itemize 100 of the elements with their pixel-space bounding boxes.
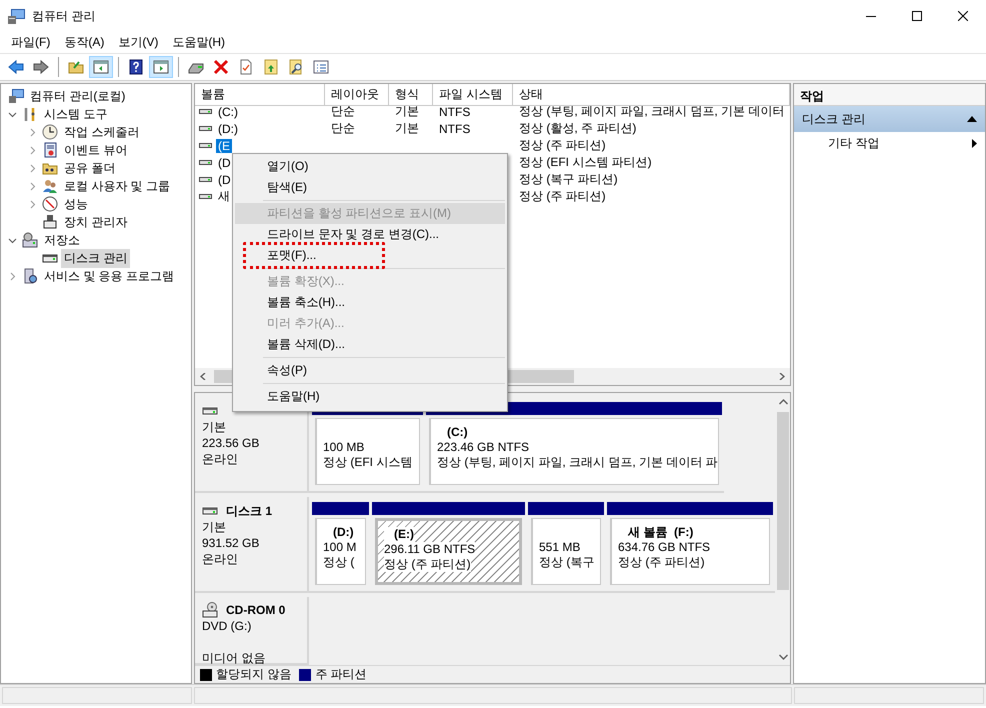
table-cell[interactable]: (C:) bbox=[216, 104, 240, 118]
partition-name: 새 볼륨 (F:) bbox=[626, 525, 694, 540]
chevron-right-icon[interactable] bbox=[28, 128, 36, 136]
storage-icon bbox=[22, 232, 38, 248]
drive-icon bbox=[199, 193, 212, 200]
drive-icon bbox=[199, 176, 212, 183]
tree-item[interactable]: 디스크 관리 bbox=[61, 248, 130, 268]
menu-item[interactable]: 드라이브 문자 및 경로 변경(C)... bbox=[235, 224, 505, 245]
menu-item[interactable]: 도움말(H) bbox=[165, 32, 232, 53]
partition-block[interactable]: 100 MB 정상 (EFI 시스템 bbox=[315, 418, 420, 485]
table-cell[interactable]: (D:) bbox=[216, 122, 240, 136]
drive-icon bbox=[199, 159, 212, 166]
partition-size: 634.76 GB NTFS bbox=[618, 540, 710, 555]
tree-item[interactable]: 컴퓨터 관리(로컬) bbox=[27, 86, 128, 106]
partition-status: 정상 ( bbox=[323, 555, 354, 570]
chevron-right-icon[interactable] bbox=[28, 164, 36, 172]
tree-item[interactable]: 저장소 bbox=[41, 230, 83, 250]
chevron-down-icon[interactable] bbox=[8, 236, 16, 244]
toolbar-button[interactable] bbox=[89, 56, 113, 78]
tree-item[interactable]: 장치 관리자 bbox=[61, 212, 130, 232]
tree-item[interactable]: 공유 폴더 bbox=[61, 158, 118, 178]
partition-block[interactable]: (D:) 100 M 정상 ( bbox=[315, 518, 366, 585]
table-cell[interactable]: (D bbox=[216, 156, 233, 170]
submenu-arrow-icon bbox=[972, 138, 977, 148]
menu-item[interactable]: 도움말(H) bbox=[235, 386, 505, 407]
scroll-up-icon[interactable] bbox=[779, 398, 788, 404]
partition-status: 정상 (복구 bbox=[539, 555, 594, 570]
checklist-document-icon bbox=[238, 59, 254, 75]
folder-search-icon bbox=[288, 59, 304, 75]
partition-size: 551 MB bbox=[539, 540, 580, 555]
disk-status: 미디어 없음 bbox=[202, 650, 266, 665]
window-title: 컴퓨터 관리 bbox=[32, 8, 96, 24]
menu-item[interactable]: 보기(V) bbox=[111, 32, 166, 53]
partition-name: (E:) bbox=[384, 527, 414, 542]
menu-item[interactable]: 볼륨 축소(H)... bbox=[235, 292, 505, 313]
partition-status: 정상 (주 파티션) bbox=[384, 557, 471, 572]
scroll-right-icon[interactable] bbox=[778, 373, 785, 380]
panel-icon bbox=[153, 59, 169, 75]
chevron-right-icon[interactable] bbox=[28, 146, 36, 154]
partition-status: 정상 (주 파티션) bbox=[618, 555, 705, 570]
tree-item[interactable]: 서비스 및 응용 프로그램 bbox=[41, 266, 178, 286]
chevron-down-icon[interactable] bbox=[8, 110, 16, 118]
tree-item[interactable]: 이벤트 뷰어 bbox=[61, 140, 130, 160]
disk-title: CD-ROM 0 bbox=[226, 602, 286, 618]
partition-name: (C:) bbox=[446, 425, 468, 440]
partition-block[interactable]: 551 MB 정상 (복구 bbox=[531, 518, 601, 585]
drive-icon bbox=[199, 108, 212, 115]
scrollbar-thumb[interactable] bbox=[777, 412, 789, 590]
maximize-icon bbox=[912, 11, 922, 21]
tree-item[interactable]: 로컬 사용자 및 그룹 bbox=[61, 176, 174, 196]
table-cell-text: 기본 bbox=[394, 103, 420, 120]
table-cell-text: 정상 (주 파티션) bbox=[518, 137, 607, 154]
partition-block[interactable]: 새 볼륨 (F:) 634.76 GB NTFS 정상 (주 파티션) bbox=[610, 518, 770, 585]
table-cell-text: NTFS bbox=[438, 122, 472, 136]
gauge-icon bbox=[42, 196, 58, 212]
disk-type: 기본 bbox=[202, 419, 227, 435]
tree-item[interactable]: 작업 스케줄러 bbox=[61, 122, 142, 142]
disk-title: 디스크 1 bbox=[226, 502, 272, 518]
partition-block[interactable]: (C:) 223.46 GB NTFS 정상 (부팅, 페이지 파일, 크래시 덤프, 기본 데이터 파 bbox=[429, 418, 719, 485]
menu-item[interactable]: 동작(A) bbox=[57, 32, 112, 53]
disk-size: 931.52 GB bbox=[202, 535, 260, 551]
disk-type: 기본 bbox=[202, 519, 227, 535]
chevron-right-icon[interactable] bbox=[28, 182, 36, 190]
menu-item[interactable]: 볼륨 삭제(D)... bbox=[235, 334, 505, 355]
scroll-left-icon[interactable] bbox=[200, 373, 207, 380]
cd-drive-icon bbox=[202, 602, 218, 618]
drive-icon bbox=[199, 142, 212, 149]
action-section[interactable]: 디스크 관리 bbox=[794, 106, 985, 132]
menu-item[interactable]: 파일(F) bbox=[4, 32, 58, 53]
delete-icon bbox=[213, 59, 229, 75]
column-header[interactable]: 레이아웃 bbox=[325, 84, 389, 106]
panel-icon bbox=[93, 59, 109, 75]
menu-item[interactable]: 열기(O) bbox=[235, 156, 505, 177]
column-header[interactable]: 파일 시스템 bbox=[433, 84, 513, 106]
column-header[interactable]: 상태 bbox=[513, 84, 790, 106]
table-cell[interactable]: (D bbox=[216, 172, 233, 186]
table-cell-text: 정상 (EFI 시스템 파티션) bbox=[518, 154, 653, 171]
column-header[interactable]: 형식 bbox=[389, 84, 433, 106]
actions-header: 작업 bbox=[794, 84, 985, 106]
partition-status: 정상 (EFI 시스템 bbox=[323, 455, 412, 470]
computer-icon bbox=[8, 88, 24, 104]
legend-label: 할당되지 않음 bbox=[216, 666, 292, 683]
action-item[interactable]: 기타 작업 bbox=[794, 132, 985, 154]
collapse-icon[interactable] bbox=[967, 116, 977, 122]
toolbar-button[interactable] bbox=[149, 56, 173, 78]
partition-block[interactable]: (E:) 296.11 GB NTFS 정상 (주 파티션) bbox=[375, 518, 522, 585]
partition-size: 100 M bbox=[323, 540, 356, 555]
tree-item[interactable]: 성능 bbox=[61, 194, 91, 214]
table-cell-text: NTFS bbox=[438, 104, 472, 118]
table-cell[interactable]: 새 bbox=[216, 188, 232, 205]
menu-item[interactable]: 속성(P) bbox=[235, 360, 505, 381]
chevron-right-icon[interactable] bbox=[28, 200, 36, 208]
scroll-down-icon[interactable] bbox=[779, 654, 788, 660]
chevron-right-icon[interactable] bbox=[8, 272, 16, 280]
column-header[interactable]: 볼륨 bbox=[195, 84, 325, 106]
menu-item[interactable]: 탐색(E) bbox=[235, 177, 505, 198]
partition-size: 296.11 GB NTFS bbox=[384, 542, 476, 557]
help-icon bbox=[128, 59, 144, 75]
table-cell[interactable]: (E bbox=[216, 138, 232, 152]
tree-item[interactable]: 시스템 도구 bbox=[41, 104, 110, 124]
